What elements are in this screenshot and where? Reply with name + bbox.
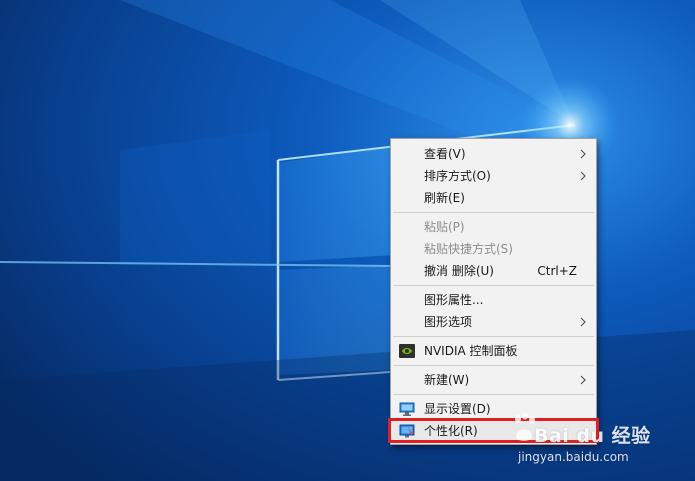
menu-separator (393, 394, 594, 395)
menu-item-display-settings[interactable]: 显示设置(D) (391, 398, 596, 420)
menu-item-undo-delete[interactable]: 撤消 删除(U) Ctrl+Z (391, 260, 596, 282)
menu-separator (393, 212, 594, 213)
chevron-right-icon (580, 171, 586, 181)
menu-item-nvidia-control-panel[interactable]: NVIDIA 控制面板 (391, 340, 596, 362)
menu-item-label: 图形属性... (424, 293, 484, 307)
menu-item-refresh[interactable]: 刷新(E) (391, 187, 596, 209)
menu-item-label: 刷新(E) (424, 191, 465, 205)
desktop-context-menu: 查看(V) 排序方式(O) 刷新(E) 粘贴(P) 粘贴快捷方式(S) 撤消 删… (390, 138, 597, 445)
menu-item-label: 新建(W) (424, 373, 470, 387)
nvidia-icon (399, 344, 415, 358)
menu-separator (393, 336, 594, 337)
menu-item-label: 粘贴(P) (424, 220, 465, 234)
menu-item-shortcut: Ctrl+Z (537, 264, 577, 278)
menu-item-sort-by[interactable]: 排序方式(O) (391, 165, 596, 187)
chevron-right-icon (580, 317, 586, 327)
menu-item-label: 显示设置(D) (424, 402, 491, 416)
menu-separator (393, 365, 594, 366)
chevron-right-icon (580, 149, 586, 159)
menu-item-view[interactable]: 查看(V) (391, 143, 596, 165)
menu-item-label: 查看(V) (424, 147, 466, 161)
menu-item-label: 个性化(R) (424, 424, 478, 438)
menu-item-label: 排序方式(O) (424, 169, 491, 183)
chevron-right-icon (580, 375, 586, 385)
menu-item-paste: 粘贴(P) (391, 216, 596, 238)
menu-item-personalize[interactable]: 个性化(R) (391, 420, 596, 442)
display-settings-icon (399, 402, 415, 416)
menu-item-new[interactable]: 新建(W) (391, 369, 596, 391)
menu-item-label: NVIDIA 控制面板 (424, 344, 518, 358)
menu-separator (393, 285, 594, 286)
menu-item-label: 撤消 删除(U) (424, 264, 494, 278)
menu-item-label: 粘贴快捷方式(S) (424, 242, 513, 256)
personalize-icon (399, 424, 415, 438)
menu-item-graphics-options[interactable]: 图形选项 (391, 311, 596, 333)
menu-item-label: 图形选项 (424, 315, 473, 329)
menu-item-graphics-properties[interactable]: 图形属性... (391, 289, 596, 311)
menu-item-paste-shortcut: 粘贴快捷方式(S) (391, 238, 596, 260)
